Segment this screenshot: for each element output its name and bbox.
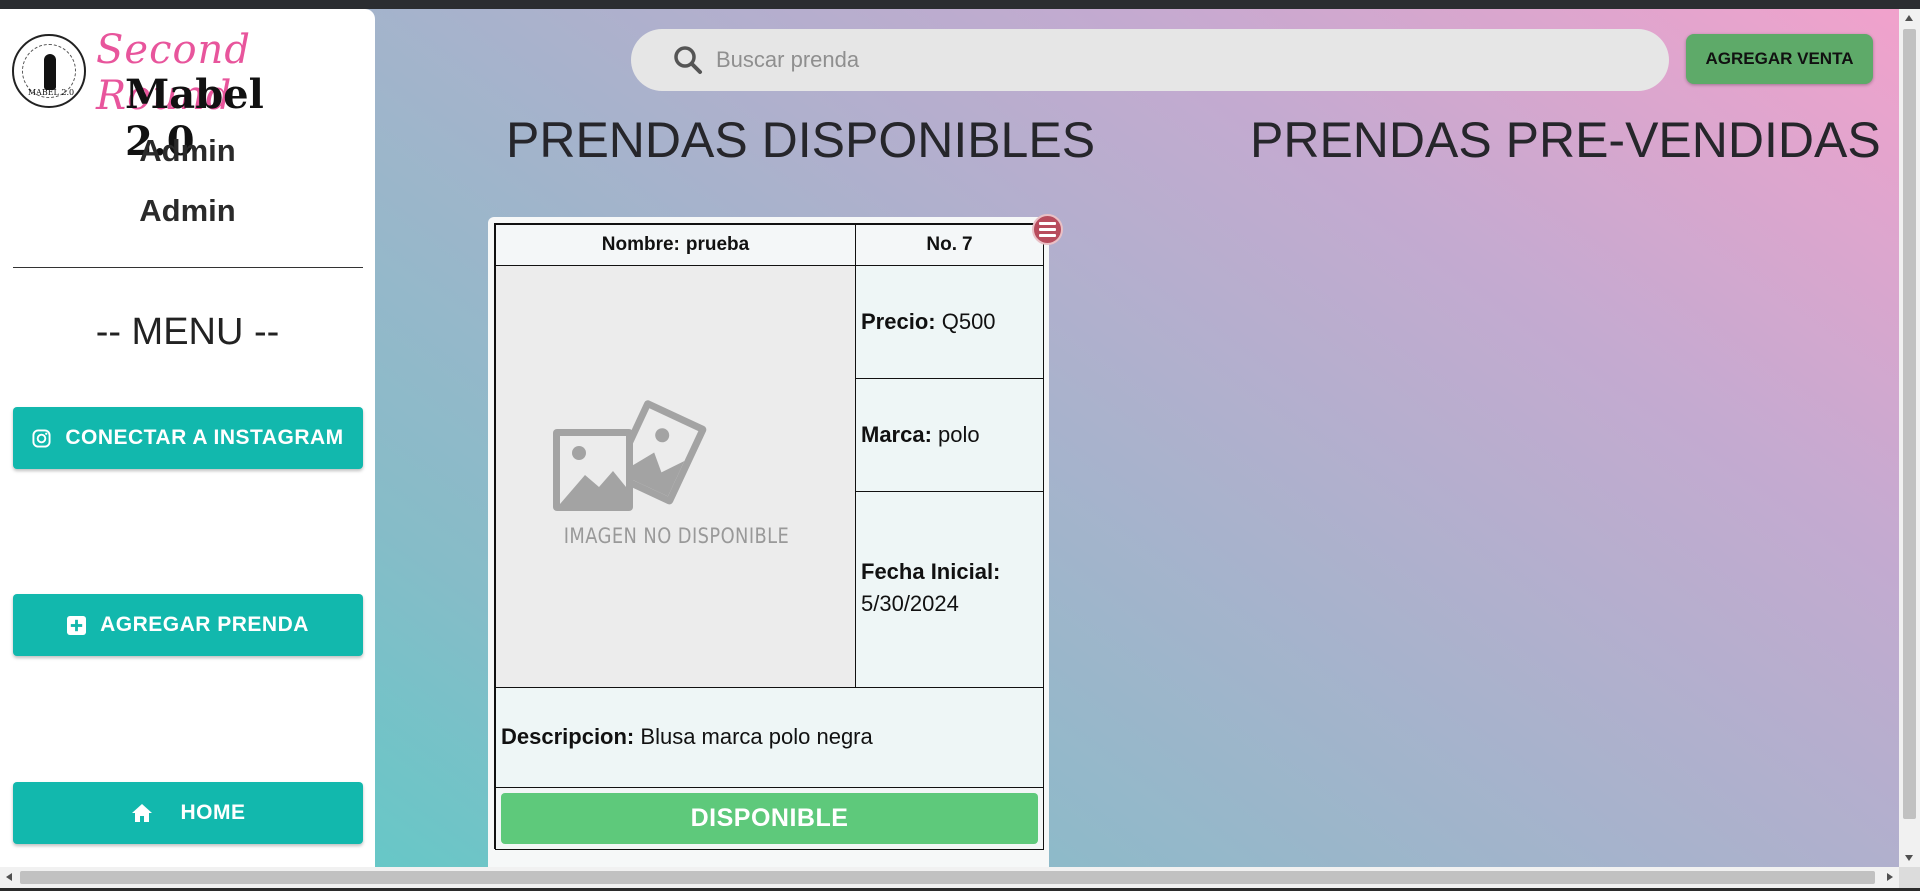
item-card: Nombre: prueba No. 7 IMAGEN NO DISPONIBL… xyxy=(488,217,1049,867)
price-label: Precio: xyxy=(861,309,936,334)
scroll-right-arrow-icon[interactable] xyxy=(1887,873,1893,881)
image-placeholder-icon xyxy=(553,400,707,511)
search-input[interactable] xyxy=(716,41,1616,79)
start-date-cell: Fecha Inicial: 5/30/2024 xyxy=(855,491,1044,688)
menu-bar-icon xyxy=(1039,234,1056,237)
scrollbar-corner xyxy=(1899,867,1920,888)
description-value: Blusa marca polo negra xyxy=(640,724,873,749)
user-name: Admin xyxy=(139,133,236,168)
item-name-cell: Nombre: prueba xyxy=(495,224,856,266)
add-sale-button[interactable]: AGREGAR VENTA xyxy=(1686,34,1873,84)
available-status-button[interactable]: DISPONIBLE xyxy=(501,793,1038,844)
connect-instagram-button[interactable]: CONECTAR A INSTAGRAM xyxy=(13,407,363,469)
card-menu-button[interactable] xyxy=(1032,214,1063,245)
horizontal-scrollbar[interactable] xyxy=(0,867,1899,888)
menu-bar-icon xyxy=(1039,222,1056,225)
image-unavailable-caption: IMAGEN NO DISPONIBLE xyxy=(563,524,790,548)
item-image-cell: IMAGEN NO DISPONIBLE xyxy=(495,265,856,688)
status-cell: DISPONIBLE xyxy=(495,787,1044,850)
presold-items-heading: PRENDAS PRE-VENDIDAS xyxy=(1250,112,1881,168)
menu-heading: -- MENU -- xyxy=(95,311,280,353)
price-value: Q500 xyxy=(941,309,996,334)
plus-square-icon xyxy=(67,615,87,635)
item-number-label: No. xyxy=(926,234,958,255)
search-bar[interactable] xyxy=(631,29,1669,91)
home-button[interactable]: HOME xyxy=(13,782,363,844)
start-date-label: Fecha Inicial: xyxy=(861,559,1001,584)
brand-label: Marca: xyxy=(861,422,932,447)
horizontal-scroll-thumb[interactable] xyxy=(20,871,1875,884)
sidebar: MABEL 2.0 Second Round Mabel 2.0 Admin A… xyxy=(0,9,375,867)
logo-badge: MABEL 2.0 xyxy=(12,34,86,108)
brand-cell: Marca: polo xyxy=(855,378,1044,492)
price-cell: Precio: Q500 xyxy=(855,265,1044,379)
item-number-value: 7 xyxy=(962,234,973,255)
home-icon xyxy=(131,804,152,822)
available-items-heading: PRENDAS DISPONIBLES xyxy=(506,112,1096,168)
scroll-down-arrow-icon[interactable] xyxy=(1905,855,1913,861)
dress-figure-icon xyxy=(44,54,56,90)
scroll-up-arrow-icon[interactable] xyxy=(1905,15,1913,21)
search-icon xyxy=(674,46,702,74)
browser-top-strip xyxy=(0,0,1920,9)
user-role: Admin xyxy=(139,193,236,228)
page-viewport: MABEL 2.0 Second Round Mabel 2.0 Admin A… xyxy=(0,9,1899,867)
item-card-table: Nombre: prueba No. 7 IMAGEN NO DISPONIBL… xyxy=(494,223,1044,850)
item-name-label: Nombre: xyxy=(601,234,680,255)
add-item-button[interactable]: AGREGAR PRENDA xyxy=(13,594,363,656)
instagram-icon xyxy=(32,428,51,448)
sidebar-divider xyxy=(13,267,363,268)
vertical-scroll-thumb[interactable] xyxy=(1903,29,1916,819)
description-cell: Descripcion: Blusa marca polo negra xyxy=(495,687,1044,788)
brand-value: polo xyxy=(938,422,980,447)
add-item-label: AGREGAR PRENDA xyxy=(100,613,309,636)
scroll-left-arrow-icon[interactable] xyxy=(6,873,12,881)
start-date-value: 5/30/2024 xyxy=(861,591,959,616)
logo-badge-text: MABEL 2.0 xyxy=(27,88,75,97)
vertical-scrollbar[interactable] xyxy=(1899,9,1920,867)
connect-instagram-label: CONECTAR A INSTAGRAM xyxy=(65,426,344,449)
description-label: Descripcion: xyxy=(501,724,635,749)
item-name-value: prueba xyxy=(685,234,750,255)
item-number-cell: No. 7 xyxy=(855,224,1044,266)
home-label: HOME xyxy=(180,801,246,824)
menu-bar-icon xyxy=(1039,228,1056,231)
